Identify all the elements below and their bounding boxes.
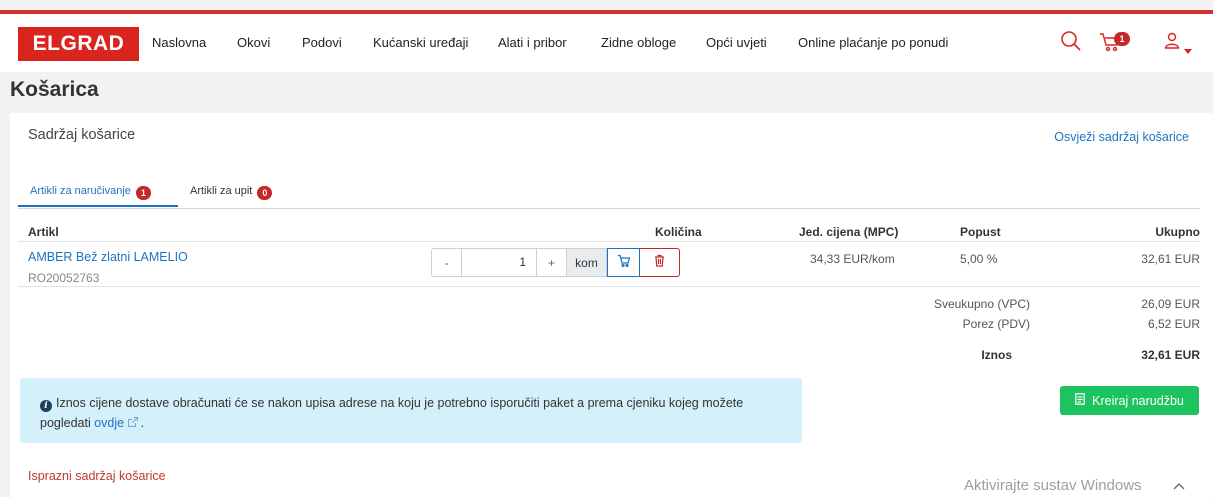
nav-item-opci-uvjeti[interactable]: Opći uvjeti (706, 35, 767, 50)
col-header-total: Ukupno (1155, 225, 1200, 239)
chevron-up-icon (1173, 477, 1185, 495)
document-icon (1075, 393, 1085, 408)
delivery-pricing-link[interactable]: ovdje (94, 416, 124, 430)
create-order-button[interactable]: Kreiraj narudžbu (1060, 386, 1199, 415)
col-header-discount: Popust (960, 225, 1001, 239)
amount-value: 32,61 EUR (1141, 348, 1200, 362)
nav-item-podovi[interactable]: Podovi (302, 35, 342, 50)
tax-value: 6,52 EUR (1147, 317, 1200, 331)
navbar: ELGRAD Naslovna Okovi Podovi Kućanski ur… (0, 14, 1213, 72)
user-icon[interactable] (1164, 32, 1180, 55)
cart-count-badge: 1 (1114, 32, 1130, 46)
cart-title: Sadržaj košarice (28, 127, 136, 143)
empty-cart-link[interactable]: Isprazni sadržaj košarice (28, 469, 166, 483)
col-header-item: Artikl (28, 225, 59, 239)
qty-decrease-button[interactable]: - (431, 248, 462, 277)
caret-down-icon[interactable] (1184, 41, 1192, 59)
product-name-link[interactable]: AMBER Bež zlatni LAMELIO (28, 250, 188, 264)
col-header-unit-price: Jed. cijena (MPC) (799, 225, 899, 239)
tab-inquiry-items[interactable]: Artikli za upit 0 (190, 185, 273, 200)
tab-order-items[interactable]: Artikli za naručivanje 1 (30, 185, 151, 200)
create-order-label: Kreiraj narudžbu (1092, 393, 1184, 408)
cart-small-icon (617, 254, 631, 272)
amount-label: Iznos (981, 348, 1012, 362)
product-code: RO20052763 (28, 271, 100, 285)
active-tab-indicator (18, 205, 178, 207)
qty-input[interactable]: 1 (462, 248, 536, 277)
info-icon: i (40, 400, 52, 412)
qty-unit: kom (567, 248, 607, 277)
nav-item-naslovna[interactable]: Naslovna (152, 35, 206, 50)
nav-item-alati-i-pribor[interactable]: Alati i pribor (498, 35, 567, 50)
move-to-cart-button[interactable] (607, 248, 640, 277)
elgrad-logo[interactable]: ELGRAD (18, 27, 139, 61)
scroll-to-top-button[interactable] (1154, 474, 1204, 497)
nav-item-kucanski-uredaji[interactable]: Kućanski uređaji (373, 35, 468, 50)
nav-item-online-placanje[interactable]: Online plaćanje po ponudi (798, 35, 948, 50)
windows-activation-watermark: Aktivirajte sustav Windows (964, 477, 1142, 494)
tab-order-items-badge: 1 (135, 186, 151, 200)
quantity-stepper: - 1 + kom (431, 248, 680, 277)
qty-increase-button[interactable]: + (536, 248, 567, 277)
discount: 5,00 % (960, 252, 998, 266)
nav-item-zidne-obloge[interactable]: Zidne obloge (601, 35, 676, 50)
delivery-info-end: . (140, 416, 145, 430)
tab-inquiry-items-badge: 0 (257, 186, 273, 200)
col-header-qty: Količina (655, 225, 702, 239)
delivery-info-text: Iznos cijene dostave obračunati će se na… (40, 396, 744, 430)
external-link-icon[interactable] (127, 417, 141, 430)
unit-price: 34,33 EUR/kom (810, 252, 895, 266)
trash-icon (654, 254, 665, 272)
remove-item-button[interactable] (640, 248, 680, 277)
search-icon[interactable] (1060, 30, 1082, 57)
row-total: 32,61 EUR (1141, 252, 1200, 266)
delivery-info-alert: i Iznos cijene dostave obračunati će se n… (20, 378, 802, 443)
subtotal-label: Sveukupno (VPC) (933, 297, 1030, 311)
table-header-divider (18, 241, 1200, 242)
subtotal-value: 26,09 EUR (1141, 297, 1200, 311)
refresh-cart-link[interactable]: Osvježi sadržaj košarice (1054, 130, 1189, 144)
page-title: Košarica (10, 78, 99, 101)
tab-order-items-label: Artikli za naručivanje (30, 185, 131, 197)
nav-item-okovi[interactable]: Okovi (237, 35, 270, 50)
row-divider (18, 286, 1200, 287)
tab-inquiry-items-label: Artikli za upit (190, 185, 253, 197)
tax-label: Porez (PDV) (962, 317, 1030, 331)
cart-card: Sadržaj košarice Osvježi sadržaj košaric… (10, 113, 1213, 497)
tabs-divider (18, 208, 1200, 209)
